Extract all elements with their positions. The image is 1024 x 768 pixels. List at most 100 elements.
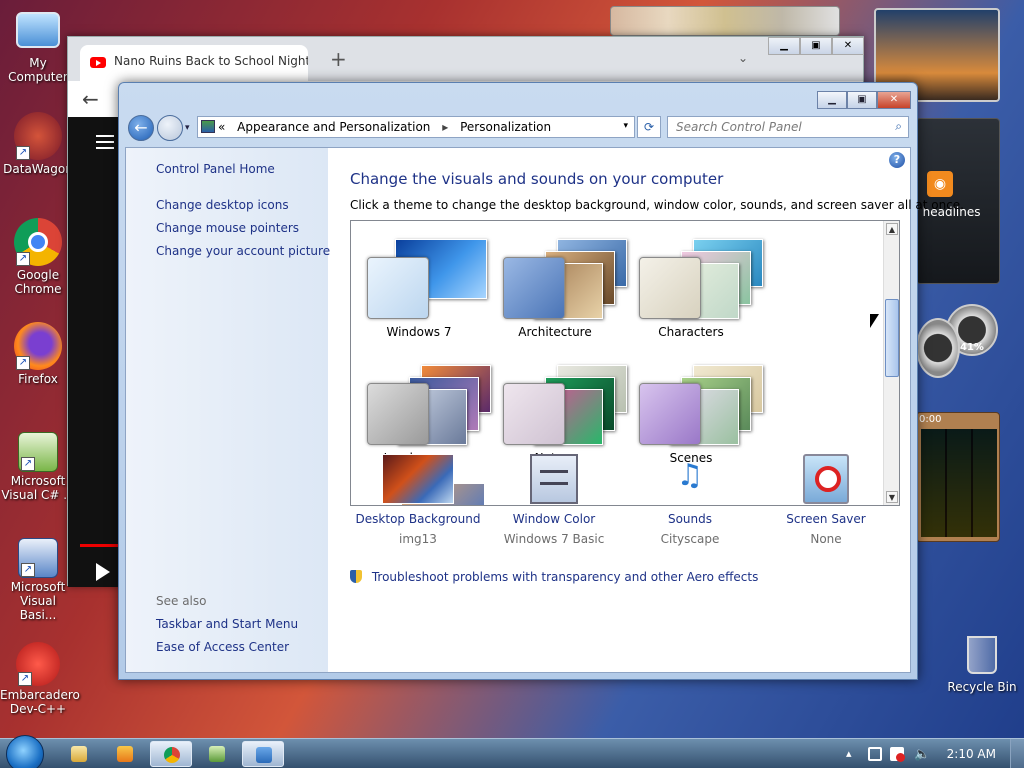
new-tab-button[interactable]: +	[330, 47, 347, 71]
chrome-close-button[interactable]: ✕	[832, 37, 864, 55]
desktop-icon-label: Microsoft Visual C# ...	[1, 474, 75, 502]
volume-icon[interactable]: 🔈	[914, 747, 930, 762]
show-hidden-icons-button[interactable]: ▴	[846, 747, 860, 761]
window-color-setting[interactable]: Window Color Windows 7 Basic	[486, 454, 622, 546]
video-progress-bar[interactable]	[80, 544, 120, 547]
desktop-icon-firefox[interactable]: ↗ Firefox	[0, 322, 76, 386]
minimize-button[interactable]: ▁	[817, 91, 847, 109]
help-icon[interactable]: ?	[889, 152, 905, 168]
recent-pages-dropdown[interactable]: ▾	[185, 123, 190, 133]
desktop-icon-label: Google Chrome	[14, 268, 62, 296]
breadcrumb-appearance[interactable]: Appearance and Personalization	[237, 120, 430, 134]
theme-name: Windows 7	[386, 325, 452, 339]
shortcut-arrow-icon: ↗	[21, 563, 35, 577]
trash-icon	[967, 636, 997, 674]
rss-icon: ◉	[927, 171, 953, 197]
desktop-icon-label: Firefox	[18, 372, 58, 386]
page-title: Change the visuals and sounds on your co…	[350, 170, 724, 188]
action-center-icon[interactable]	[868, 747, 882, 761]
chrome-back-button[interactable]: ←	[82, 87, 99, 111]
picture-puzzle-gadget[interactable]: 0:00	[916, 412, 1000, 542]
breadcrumb-personalization[interactable]: Personalization	[460, 120, 551, 134]
scroll-thumb[interactable]	[885, 299, 899, 377]
taskbar-media-player[interactable]	[104, 741, 146, 767]
chrome-tab[interactable]: Nano Ruins Back to School Night	[80, 45, 308, 81]
datawagon-icon: ↗	[14, 112, 62, 160]
puzzle-timer: 0:00	[919, 414, 942, 425]
sounds-setting[interactable]: ♫ Sounds Cityscape	[622, 454, 758, 546]
clock[interactable]: 2:10 AM	[947, 747, 996, 761]
computer-icon	[16, 12, 60, 48]
change-account-picture-link[interactable]: Change your account picture	[156, 244, 330, 258]
cpu-meter-gadget[interactable]: 41%	[916, 300, 1000, 396]
navigation-bar: ← ▾ « Appearance and Personalization ▸ P…	[119, 111, 917, 145]
tab-search-button[interactable]: ⌄	[738, 51, 748, 65]
address-bar[interactable]: « Appearance and Personalization ▸ Perso…	[197, 116, 635, 138]
control-panel-home-link[interactable]: Control Panel Home	[156, 162, 275, 176]
see-also-heading: See also	[156, 594, 207, 608]
recycle-bin-icon[interactable]: Recycle Bin	[940, 636, 1024, 694]
desktop-icon-datawagon[interactable]: ↗ DataWagon	[0, 112, 76, 176]
troubleshoot-row[interactable]: Troubleshoot problems with transparency …	[350, 570, 758, 584]
sounds-icon: ♫	[676, 458, 704, 493]
recycle-bin-label: Recycle Bin	[947, 680, 1017, 694]
change-mouse-pointers-link[interactable]: Change mouse pointers	[156, 221, 299, 235]
desktop-icon-visual-basic[interactable]: ↗ Microsoft Visual Basi...	[0, 538, 76, 622]
youtube-icon	[90, 57, 106, 68]
desktop-icon-devcpp[interactable]: ↗ Embarcadero Dev-C++	[0, 642, 80, 716]
chrome-maximize-button[interactable]: ▣	[800, 37, 832, 55]
system-tray: ▴ 🔈 2:10 AM	[834, 739, 1024, 768]
desktop-icon-label: Microsoft Visual Basi...	[10, 580, 66, 622]
hamburger-menu-icon[interactable]	[96, 135, 114, 149]
back-button[interactable]: ←	[128, 115, 154, 141]
sounds-label[interactable]: Sounds	[668, 512, 712, 526]
play-icon[interactable]	[96, 563, 110, 581]
maximize-button[interactable]: ▣	[847, 91, 877, 109]
address-dropdown-icon[interactable]: ▾	[623, 121, 628, 131]
refresh-button[interactable]: ⟳	[637, 116, 661, 138]
theme-architecture[interactable]: Architecture	[487, 227, 627, 345]
theme-color-swatch	[367, 257, 429, 319]
desktop-background-label[interactable]: Desktop Background	[356, 512, 481, 526]
desktop-icon-google-chrome[interactable]: ↗ Google Chrome	[0, 218, 76, 296]
troubleshoot-aero-link[interactable]: Troubleshoot problems with transparency …	[372, 570, 759, 584]
screen-saver-icon	[803, 454, 849, 504]
personalization-window: ▁ ▣ ✕ ← ▾ « Appearance and Personalizati…	[118, 82, 964, 680]
desktop-background-setting[interactable]: Desktop Background img13	[350, 454, 486, 546]
screen-saver-label[interactable]: Screen Saver	[786, 512, 865, 526]
chrome-minimize-button[interactable]: ▁	[768, 37, 800, 55]
theme-color-swatch	[503, 257, 565, 319]
show-desktop-button[interactable]	[1010, 739, 1024, 768]
start-button[interactable]	[6, 735, 44, 768]
theme-characters[interactable]: Characters	[623, 227, 763, 345]
window-color-label[interactable]: Window Color	[513, 512, 595, 526]
theme-name: Characters	[658, 325, 724, 339]
close-button[interactable]: ✕	[877, 91, 911, 109]
scroll-up-button[interactable]: ▲	[886, 223, 898, 235]
address-overflow[interactable]: «	[218, 120, 225, 134]
forward-button[interactable]	[157, 115, 183, 141]
control-panel-icon	[256, 747, 272, 763]
taskbar: ▴ 🔈 2:10 AM	[0, 735, 1024, 768]
left-sidebar: Control Panel Home Change desktop icons …	[126, 148, 330, 672]
taskbar-control-panel[interactable]	[242, 741, 284, 767]
ease-of-access-link[interactable]: Ease of Access Center	[156, 640, 289, 654]
taskbar-visual-csharp[interactable]	[196, 741, 238, 767]
theme-windows-7[interactable]: Windows 7	[351, 227, 487, 345]
search-icon[interactable]: ⌕	[895, 119, 902, 134]
change-desktop-icons-link[interactable]: Change desktop icons	[156, 198, 289, 212]
screen-saver-setting[interactable]: Screen Saver None	[758, 454, 894, 546]
window-title-bar[interactable]: ▁ ▣ ✕	[119, 83, 917, 111]
taskbar-explorer[interactable]	[58, 741, 100, 767]
network-icon[interactable]	[890, 747, 905, 762]
taskbar-start-menu-link[interactable]: Taskbar and Start Menu	[156, 617, 298, 631]
taskbar-chrome[interactable]	[150, 741, 192, 767]
shortcut-arrow-icon: ↗	[16, 146, 30, 160]
search-input[interactable]: Search Control Panel ⌕	[667, 116, 909, 138]
desktop-icon-my-computer[interactable]: My Computer	[0, 8, 76, 84]
desktop-icon-visual-csharp[interactable]: ↗ Microsoft Visual C# ...	[0, 432, 76, 502]
breadcrumb-separator-icon[interactable]: ▸	[442, 120, 448, 134]
shortcut-arrow-icon: ↗	[16, 356, 30, 370]
chrome-icon: ↗	[14, 218, 62, 266]
slideshow-gadget-top[interactable]	[610, 6, 840, 36]
